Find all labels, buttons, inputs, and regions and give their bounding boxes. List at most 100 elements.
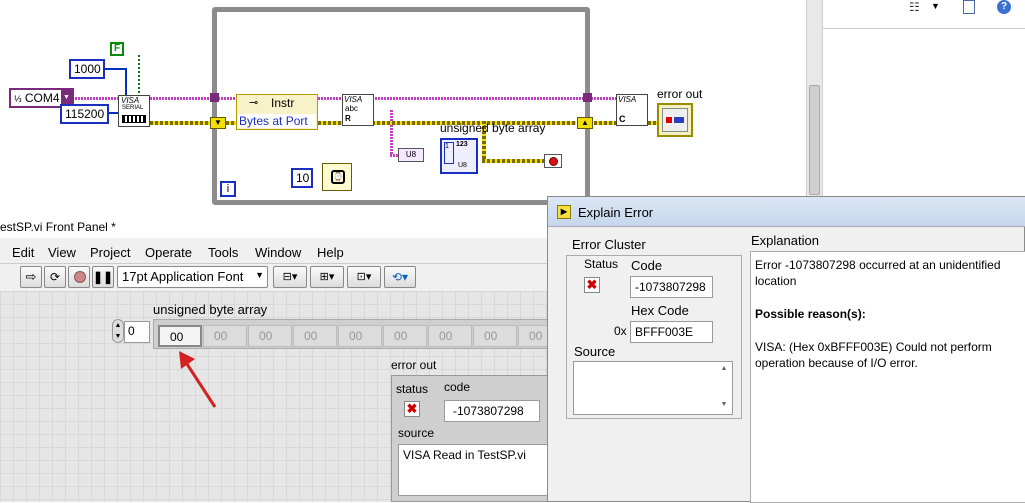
align-objects-button[interactable]: ⊟▾ — [273, 266, 307, 288]
visa-tunnel-left[interactable] — [210, 93, 219, 102]
possible-reasons-heading: Possible reason(s): — [755, 307, 866, 321]
bool-wire — [138, 55, 140, 95]
array-element[interactable]: 00 — [338, 325, 382, 347]
dialog-hex-code-field: BFFF003E — [630, 321, 713, 343]
reason-line-2: operation because of I/O error. — [755, 356, 918, 370]
visa-wire — [72, 97, 122, 100]
font-select[interactable]: 17pt Application Font ▼ — [117, 266, 268, 288]
instr-property-label: Instr — [271, 96, 295, 110]
run-continuously-button[interactable]: ⟳ — [44, 266, 66, 288]
dialog-title: Explain Error — [578, 205, 654, 220]
serial-port-icon — [122, 115, 146, 123]
front-panel-titlebar: estSP.vi Front Panel * — [0, 215, 560, 238]
reason-line-1: VISA: (Hex 0xBFFF003E) Could not perform — [755, 340, 992, 354]
bool-constant[interactable]: F — [110, 42, 124, 56]
menu-view[interactable]: View — [48, 245, 76, 260]
array-element[interactable]: 00 — [518, 325, 548, 347]
array-123-label: 123 — [456, 141, 468, 148]
error-shift-left[interactable]: ▼ — [210, 117, 226, 129]
array-indicator-label: unsigned byte array — [440, 121, 546, 135]
array-index-stepper[interactable]: ▲ ▼ — [112, 319, 124, 343]
help-icon[interactable]: ? — [997, 0, 1011, 14]
stop-terminal[interactable] — [544, 154, 562, 168]
front-panel-window[interactable]: estSP.vi Front Panel * Edit View Project… — [0, 215, 560, 502]
pause-button[interactable]: ❚❚ — [92, 266, 114, 288]
error-cluster-red-mark — [666, 117, 672, 123]
error-cluster-blue-mark — [674, 117, 684, 123]
error-shift-right[interactable]: ▲ — [577, 117, 593, 129]
dialog-hex-prefix: 0x — [614, 324, 627, 338]
distribute-objects-button[interactable]: ⊞▾ — [310, 266, 344, 288]
visa-resource-icon: ⅓ — [14, 94, 22, 104]
dropdown-icon[interactable]: ▼ — [931, 1, 940, 11]
menu-tools[interactable]: Tools — [208, 245, 238, 260]
abort-button[interactable] — [68, 266, 90, 288]
dialog-source-field — [573, 361, 733, 415]
array-element[interactable]: 00 — [248, 325, 292, 347]
dialog-code-label: Code — [631, 258, 663, 273]
array-element[interactable]: 00 — [293, 325, 337, 347]
property-node[interactable]: ⊸ Instr Bytes at Port — [236, 94, 318, 130]
abort-icon — [74, 271, 86, 283]
array-element-selected[interactable]: 00 — [158, 325, 202, 347]
dialog-titlebar[interactable]: ▶ Explain Error — [548, 197, 1025, 227]
error-status-label: status — [396, 382, 429, 396]
menu-edit[interactable]: Edit — [12, 245, 34, 260]
baud-constant[interactable]: 115200 — [60, 104, 109, 124]
reorder-button[interactable]: ⟲▾ — [384, 266, 416, 288]
wait-ms-node[interactable]: ⌚ — [322, 163, 352, 191]
list-view-icon[interactable]: ☷ — [909, 0, 920, 14]
labview-icon: ▶ — [557, 205, 571, 219]
array-element[interactable]: 00 — [383, 325, 427, 347]
explanation-label: Explanation — [751, 233, 819, 248]
error-out-indicator-label: error out — [657, 87, 703, 101]
visa-read-node[interactable]: VISA abc R — [342, 94, 374, 126]
visa-close-node[interactable]: VISA C — [616, 94, 648, 126]
menu-window[interactable]: Window — [255, 245, 301, 260]
side-panel: ☷ ▼ ? — [822, 0, 1025, 200]
array-element[interactable]: 00 — [473, 325, 517, 347]
menu-operate[interactable]: Operate — [145, 245, 192, 260]
key-icon: ⊸ — [249, 97, 259, 109]
font-select-value: 17pt Application Font — [122, 269, 244, 284]
explanation-line-1: Error -1073807298 occurred at an unident… — [755, 258, 1001, 272]
error-source-label: source — [398, 426, 435, 440]
menu-project[interactable]: Project — [90, 245, 130, 260]
panel-divider — [823, 28, 1025, 29]
resize-objects-button[interactable]: ⊡▾ — [347, 266, 381, 288]
dialog-code-field: -1073807298 — [630, 276, 713, 298]
annotation-arrow — [179, 351, 217, 408]
wait-constant[interactable]: 10 — [291, 168, 313, 188]
run-button[interactable]: ⇨ — [20, 266, 42, 288]
diagram-scrollbar[interactable] — [806, 0, 822, 200]
explain-error-dialog[interactable]: ▶ Explain Error Error Cluster Status ✖ C… — [547, 196, 1025, 503]
loop-iteration-terminal[interactable]: i — [220, 181, 236, 197]
visa-read-label: VISA — [344, 95, 363, 104]
bytes-at-port-property[interactable]: Bytes at Port — [238, 114, 316, 128]
stop-icon — [549, 157, 558, 166]
menu-help[interactable]: Help — [317, 245, 344, 260]
visa-tunnel-right[interactable] — [583, 93, 592, 102]
string-to-byte-array-node[interactable]: U8 — [398, 148, 424, 162]
array-element[interactable]: 00 — [203, 325, 247, 347]
read-r-icon: R — [345, 114, 351, 123]
dialog-hex-code-label: Hex Code — [631, 303, 689, 318]
array-element[interactable]: 00 — [428, 325, 472, 347]
page-icon[interactable] — [963, 0, 975, 14]
error-wire — [318, 121, 344, 125]
array-index-field[interactable]: 0 — [124, 321, 150, 343]
error-out-indicator-terminal[interactable] — [657, 103, 693, 137]
serial-sub-label: SERIAL — [122, 105, 144, 111]
visa-configure-serial-node[interactable]: VISA SERIAL — [118, 95, 150, 127]
clock-icon: ⌚ — [331, 170, 345, 184]
dialog-status-label: Status — [584, 257, 619, 271]
array-indicator-terminal[interactable]: 1 123 U8 — [440, 138, 478, 174]
error-status-indicator: ✖ — [404, 401, 420, 417]
visa-close-label: VISA — [618, 95, 637, 104]
source-scrollbar[interactable]: ▲ ▼ — [717, 363, 731, 413]
block-diagram[interactable]: i F 1000 ⅓ COM4 ▼ 115200 10 VISA SERIAL … — [0, 0, 806, 215]
timeout-constant[interactable]: 1000 — [69, 59, 105, 79]
scroll-thumb[interactable] — [809, 85, 820, 195]
error-source-field: VISA Read in TestSP.vi — [398, 444, 548, 496]
window-title: estSP.vi Front Panel * — [0, 220, 116, 234]
